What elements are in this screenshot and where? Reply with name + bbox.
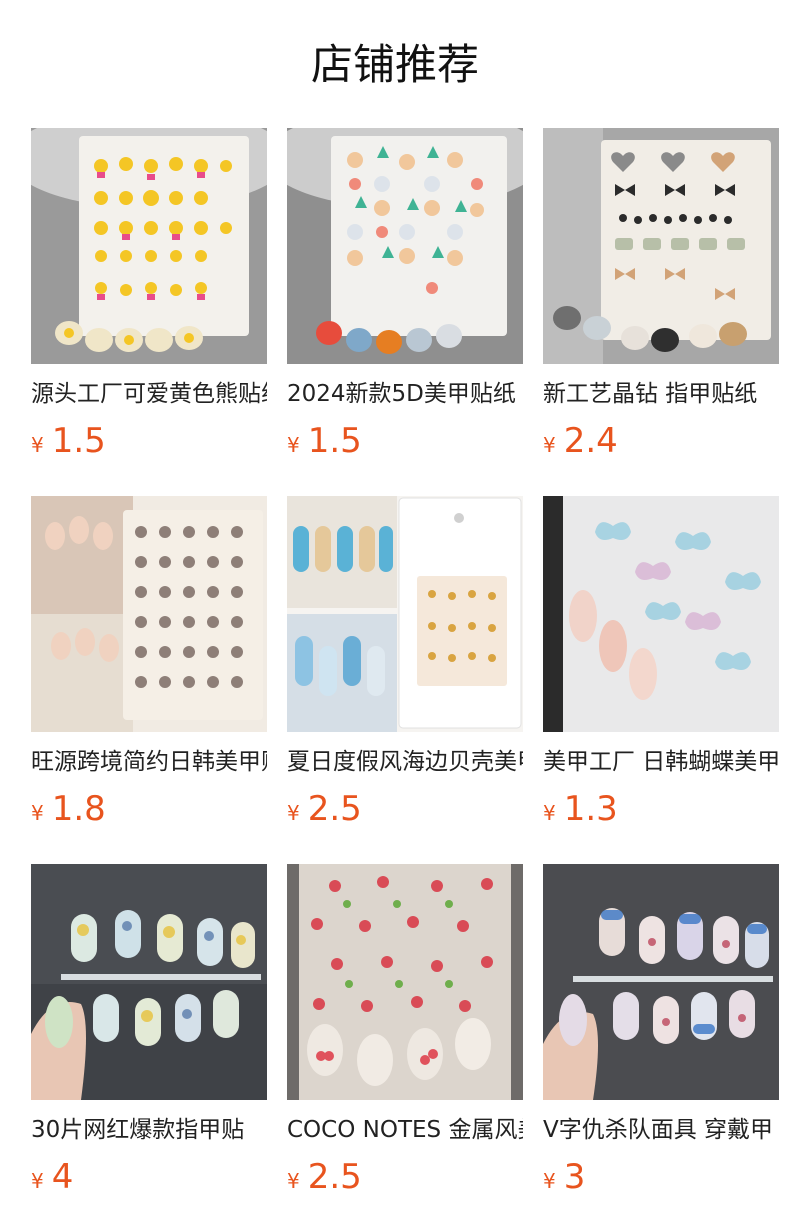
- product-image-heart-bow-sticker[interactable]: [543, 128, 779, 364]
- cartoon-bear-sticker-image: [287, 128, 523, 364]
- product-price: ¥1.8: [31, 787, 267, 831]
- product-card[interactable]: 夏日度假风海边贝壳美甲 ¥2.5: [287, 496, 523, 864]
- product-price: ¥4: [31, 1155, 267, 1199]
- price-value: 1.3: [563, 789, 618, 829]
- product-price: ¥1.5: [287, 419, 523, 463]
- product-image-watercolor-press-on-nails[interactable]: [31, 864, 267, 1100]
- currency-symbol: ¥: [543, 801, 556, 825]
- product-name[interactable]: 源头工厂可爱黄色熊贴纸: [31, 377, 267, 411]
- product-card[interactable]: 2024新款5D美甲贴纸 ¥1.5: [287, 128, 523, 496]
- product-grid: 源头工厂可爱黄色熊贴纸 ¥1.5 2024新款5D美甲贴纸 ¥ 1.5 新工艺晶…: [31, 128, 779, 1232]
- cat-face-sticker-image: [31, 496, 267, 732]
- price-value: 1.8: [51, 789, 106, 829]
- strawberry-cherry-sticker-image: [287, 864, 523, 1100]
- currency-symbol: ¥: [287, 433, 300, 457]
- product-card[interactable]: COCO NOTES 金属风美甲 ¥2.5: [287, 864, 523, 1232]
- product-image-mask-face-press-on-nails[interactable]: [543, 864, 779, 1100]
- currency-symbol: ¥: [31, 801, 44, 825]
- currency-symbol: ¥: [543, 1169, 556, 1193]
- section-title: 店铺推荐: [310, 40, 479, 89]
- price-value: 4: [51, 1157, 74, 1197]
- product-name[interactable]: 2024新款5D美甲贴纸: [287, 377, 523, 411]
- product-image-seaside-shell-accessory[interactable]: [287, 496, 523, 732]
- product-card[interactable]: 新工艺晶钻 指甲贴纸 ¥2.4: [543, 128, 779, 496]
- product-image-cartoon-bear-sticker[interactable]: [287, 128, 523, 364]
- product-card[interactable]: 源头工厂可爱黄色熊贴纸 ¥1.5: [31, 128, 267, 496]
- product-card[interactable]: 旺源跨境简约日韩美甲贴 ¥1.8: [31, 496, 267, 864]
- price-value: 2.5: [307, 1157, 362, 1197]
- product-price: ¥1.5: [31, 419, 267, 463]
- product-price: ¥2.5: [287, 1155, 523, 1199]
- product-name[interactable]: 旺源跨境简约日韩美甲贴: [31, 745, 267, 779]
- watercolor-press-on-nails-image: [31, 864, 267, 1100]
- product-name[interactable]: 夏日度假风海边贝壳美甲: [287, 745, 523, 779]
- currency-symbol: ¥: [31, 433, 44, 457]
- product-price: ¥2.5: [287, 787, 523, 831]
- product-name[interactable]: COCO NOTES 金属风美甲: [287, 1113, 523, 1147]
- currency-symbol: ¥: [287, 801, 300, 825]
- product-image-cat-face-sticker[interactable]: [31, 496, 267, 732]
- product-card[interactable]: 30片网红爆款指甲贴 ¥4: [31, 864, 267, 1232]
- price-value: 2.4: [563, 421, 618, 461]
- product-price: ¥1.3: [543, 787, 779, 831]
- price-value: 2.5: [307, 789, 362, 829]
- heart-bow-sticker-image: [543, 128, 779, 364]
- product-name[interactable]: 新工艺晶钻 指甲贴纸: [543, 377, 779, 411]
- price-value: 1.5: [51, 421, 106, 461]
- product-name[interactable]: 美甲工厂 日韩蝴蝶美甲贴: [543, 745, 779, 779]
- product-price: ¥2.4: [543, 419, 779, 463]
- product-image-yellow-bear-sticker[interactable]: [31, 128, 267, 364]
- currency-symbol: ¥: [287, 1169, 300, 1193]
- product-card[interactable]: 美甲工厂 日韩蝴蝶美甲贴 ¥1.3: [543, 496, 779, 864]
- product-image-strawberry-cherry-sticker[interactable]: [287, 864, 523, 1100]
- product-name[interactable]: V字仇杀队面具 穿戴甲: [543, 1113, 779, 1147]
- currency-symbol: ¥: [543, 433, 556, 457]
- currency-symbol: ¥: [31, 1169, 44, 1193]
- seaside-shell-accessory-image: [287, 496, 523, 732]
- butterfly-sticker-image: [543, 496, 779, 732]
- price-value: 1.5: [307, 421, 362, 461]
- mask-face-press-on-nails-image: [543, 864, 779, 1100]
- yellow-bear-sticker-image: [31, 128, 267, 364]
- product-card[interactable]: V字仇杀队面具 穿戴甲 ¥3: [543, 864, 779, 1232]
- product-name[interactable]: 30片网红爆款指甲贴: [31, 1113, 267, 1147]
- price-value: 3: [563, 1157, 586, 1197]
- product-image-butterfly-sticker[interactable]: [543, 496, 779, 732]
- store-recommendations-page: 店铺推荐 源头工厂可爱黄色熊贴纸 ¥ 1.5 2024新款5D美甲贴纸 ¥ 1.…: [0, 0, 790, 1232]
- product-price: ¥3: [543, 1155, 779, 1199]
